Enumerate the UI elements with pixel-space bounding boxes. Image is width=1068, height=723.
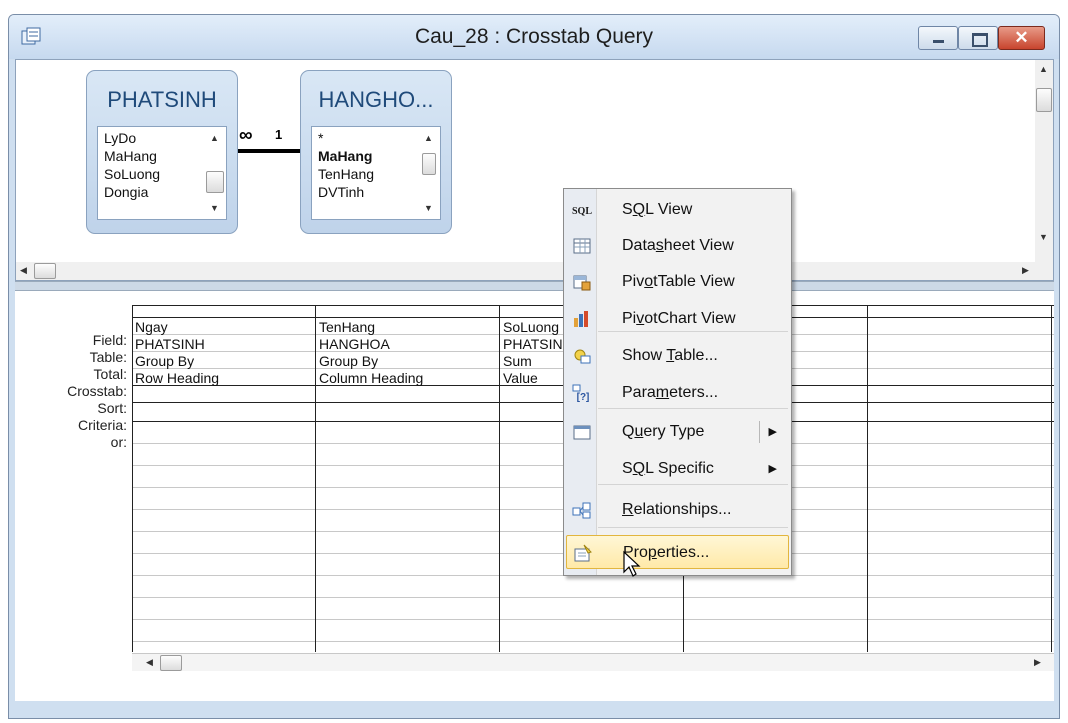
field-list[interactable]: * MaHang TenHang DVTinh ▲ ▼ <box>311 126 441 220</box>
submenu-divider <box>759 421 760 443</box>
menu-item-label: Show Table... <box>622 347 718 364</box>
context-menu: SQL View Datasheet View PivotTable View Piv… <box>563 188 792 576</box>
field-item[interactable]: * <box>318 129 323 147</box>
grid-cell-table[interactable]: PHATSINH <box>135 335 313 353</box>
scroll-thumb[interactable] <box>1036 88 1052 112</box>
grid-horizontal-scrollbar[interactable]: ◀ ▶ <box>132 653 1054 671</box>
many-side-label: ∞ <box>239 125 253 146</box>
menu-item-label: SQL Specific <box>622 460 714 477</box>
query-design-window: Cau_28 : Crosstab Query ✕ PHATSINH LyDo … <box>8 14 1060 719</box>
submenu-arrow-icon: ▶ <box>768 463 777 475</box>
pivotchart-icon <box>574 311 588 327</box>
upper-vertical-scrollbar[interactable]: ▲ ▼ <box>1035 60 1053 262</box>
window-title: Cau_28 : Crosstab Query <box>414 25 654 48</box>
title-bar[interactable]: Cau_28 : Crosstab Query ✕ <box>9 15 1059 59</box>
scroll-down-icon[interactable]: ▼ <box>424 203 433 213</box>
menu-item-label: PivotChart View <box>622 310 736 327</box>
grid-cell-crosstab[interactable]: Row Heading <box>135 369 313 387</box>
row-label-criteria: Criteria: <box>77 417 127 433</box>
row-label-or: or: <box>110 434 127 450</box>
grid-cell-total[interactable]: Group By <box>319 352 497 370</box>
row-label-crosstab: Crosstab: <box>67 383 127 399</box>
field-item[interactable]: LyDo <box>104 129 136 147</box>
datasheet-icon <box>573 238 591 254</box>
row-label-field: Field: <box>92 332 127 348</box>
menu-item[interactable]: Datasheet View <box>566 229 789 263</box>
submenu-arrow-icon: ▶ <box>768 426 777 438</box>
field-item[interactable]: TenHang <box>318 165 374 183</box>
scroll-down-icon[interactable]: ▼ <box>210 203 219 213</box>
query-type-icon <box>573 425 591 440</box>
scroll-thumb[interactable] <box>206 171 224 193</box>
relationship-line[interactable] <box>238 149 300 153</box>
pane-splitter[interactable] <box>15 281 1054 291</box>
menu-item[interactable]: PivotChart View <box>566 302 789 336</box>
minimize-icon <box>933 40 944 43</box>
menu-item-label: Query Type <box>622 423 705 440</box>
table-title: PHATSINH <box>107 87 217 112</box>
scroll-up-icon[interactable]: ▲ <box>424 133 433 143</box>
properties-icon <box>574 544 592 562</box>
relationships-icon <box>572 502 591 519</box>
field-item[interactable]: MaHang <box>318 147 372 165</box>
field-list[interactable]: LyDo MaHang SoLuong Dongia ▲ ▼ <box>97 126 227 220</box>
menu-item-label: Relationships... <box>622 501 732 518</box>
menu-separator <box>598 527 788 528</box>
scroll-thumb[interactable] <box>160 655 182 671</box>
row-label-total: Total: <box>93 366 127 382</box>
maximize-button[interactable] <box>958 26 998 50</box>
sql-icon <box>572 206 592 217</box>
scroll-left-icon[interactable]: ◀ <box>20 265 27 276</box>
grid-cell-table[interactable]: HANGHOA <box>319 335 497 353</box>
menu-item[interactable]: Parameters... <box>566 376 789 410</box>
grid-cell-field[interactable]: TenHang <box>319 318 497 336</box>
field-item[interactable]: DVTinh <box>318 183 364 201</box>
field-list-scrollbar[interactable]: ▲ ▼ <box>418 127 440 219</box>
field-item[interactable]: Dongia <box>104 183 148 201</box>
menu-item-label: Parameters... <box>622 384 719 401</box>
design-grid-pane[interactable]: Field: Table: Total: Crosstab: Sort: Cri… <box>15 291 1054 701</box>
mouse-cursor-icon <box>623 550 641 577</box>
scroll-right-icon[interactable]: ▶ <box>1034 657 1041 668</box>
upper-horizontal-scrollbar[interactable]: ◀ ▶ <box>16 262 1053 280</box>
grid-cell-crosstab[interactable]: Column Heading <box>319 369 497 387</box>
one-side-label: 1 <box>275 127 283 142</box>
table-pane[interactable]: PHATSINH LyDo MaHang SoLuong Dongia ▲ ▼ … <box>15 59 1054 281</box>
scroll-left-icon[interactable]: ◀ <box>146 657 153 668</box>
table-box-phatsinh[interactable]: PHATSINH LyDo MaHang SoLuong Dongia ▲ ▼ <box>86 70 238 234</box>
menu-item[interactable]: SQL Specific ▶ <box>566 452 789 486</box>
pivottable-icon <box>573 275 591 291</box>
menu-item[interactable]: SQL View <box>566 193 789 227</box>
scroll-up-icon[interactable]: ▲ <box>210 133 219 143</box>
menu-item[interactable]: Show Table... <box>566 339 789 373</box>
row-label-table: Table: <box>89 349 127 365</box>
menu-item[interactable]: PivotTable View <box>566 265 789 299</box>
parameters-icon <box>572 384 590 402</box>
menu-item-label: PivotTable View <box>622 273 735 290</box>
table-title: HANGHO... <box>318 87 434 112</box>
maximize-icon <box>972 33 988 47</box>
show-table-icon <box>574 349 591 364</box>
scroll-up-icon[interactable]: ▲ <box>1039 64 1048 74</box>
scroll-down-icon[interactable]: ▼ <box>1039 232 1048 242</box>
field-item[interactable]: SoLuong <box>104 165 160 183</box>
minimize-button[interactable] <box>918 26 958 50</box>
field-item[interactable]: MaHang <box>104 147 157 165</box>
field-list-scrollbar[interactable]: ▲ ▼ <box>204 127 226 219</box>
scroll-thumb[interactable] <box>422 153 436 175</box>
table-box-hanghoa[interactable]: HANGHO... * MaHang TenHang DVTinh ▲ ▼ <box>300 70 452 234</box>
grid-cell-field[interactable]: Ngay <box>135 318 313 336</box>
scroll-thumb[interactable] <box>34 263 56 279</box>
menu-item-label: Datasheet View <box>622 237 734 254</box>
grid-cell-total[interactable]: Group By <box>135 352 313 370</box>
close-icon: ✕ <box>1014 28 1029 47</box>
menu-item[interactable]: Query Type ▶ <box>566 415 789 449</box>
menu-item[interactable]: Relationships... <box>566 493 789 527</box>
menu-item[interactable]: Properties... <box>566 535 789 569</box>
row-label-sort: Sort: <box>97 400 127 416</box>
scroll-right-icon[interactable]: ▶ <box>1022 265 1029 276</box>
close-button[interactable]: ✕ <box>998 26 1045 50</box>
menu-item-label: SQL View <box>622 201 693 218</box>
